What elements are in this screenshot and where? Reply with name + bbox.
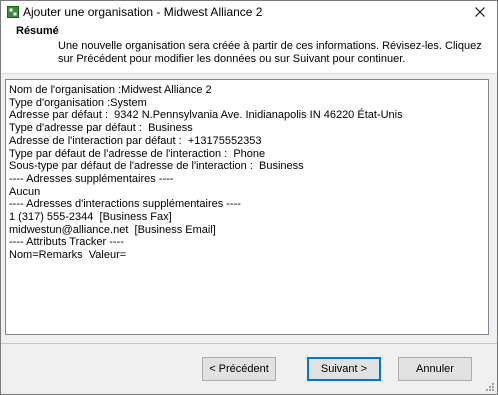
app-icon [7,6,19,18]
cancel-button[interactable]: Annuler [398,357,472,381]
summary-line: Adresse par défaut : 9342 N.Pennsylvania… [9,109,403,122]
previous-button[interactable]: < Précédent [202,357,276,381]
footer-separator [1,343,497,344]
title-bar[interactable]: Ajouter une organisation - Midwest Allia… [1,1,497,23]
summary-line: Nom=Remarks Valeur= [9,249,127,262]
wizard-window: Ajouter une organisation - Midwest Allia… [0,0,498,395]
summary-line: ---- Adresses supplémentaires ---- [9,172,174,185]
summary-line: Type par défaut de l'adresse de l'intera… [9,147,266,160]
next-button[interactable]: Suivant > [307,357,381,381]
summary-line: Adresse de l'interaction par défaut : +1… [9,134,262,147]
window-title: Ajouter une organisation - Midwest Allia… [23,5,263,19]
summary-line: Nom de l'organisation :Midwest Alliance … [9,84,212,96]
close-icon [475,7,485,17]
summary-line: ---- Adresses d'interactions supplémenta… [9,198,241,211]
summary-line: midwestun@alliance.net [Business Email] [9,223,216,236]
page-description: Une nouvelle organisation sera créée à p… [58,40,482,65]
summary-line: Type d'organisation :System [9,96,147,109]
wizard-header: Résumé Une nouvelle organisation sera cr… [1,23,497,74]
resize-grip-icon[interactable] [485,382,495,392]
summary-line: ---- Attributs Tracker ---- [9,236,124,249]
page-title: Résumé [16,25,59,37]
summary-line: 1 (317) 555-2344 [Business Fax] [9,211,172,224]
summary-line: Sous-type par défaut de l'adresse de l'i… [9,160,304,173]
summary-line: Aucun [9,185,41,198]
close-button[interactable] [463,1,497,23]
summary-line: Type d'adresse par défaut : Business [9,122,193,135]
summary-text-box[interactable]: Nom de l'organisation :Midwest Alliance … [5,79,489,335]
